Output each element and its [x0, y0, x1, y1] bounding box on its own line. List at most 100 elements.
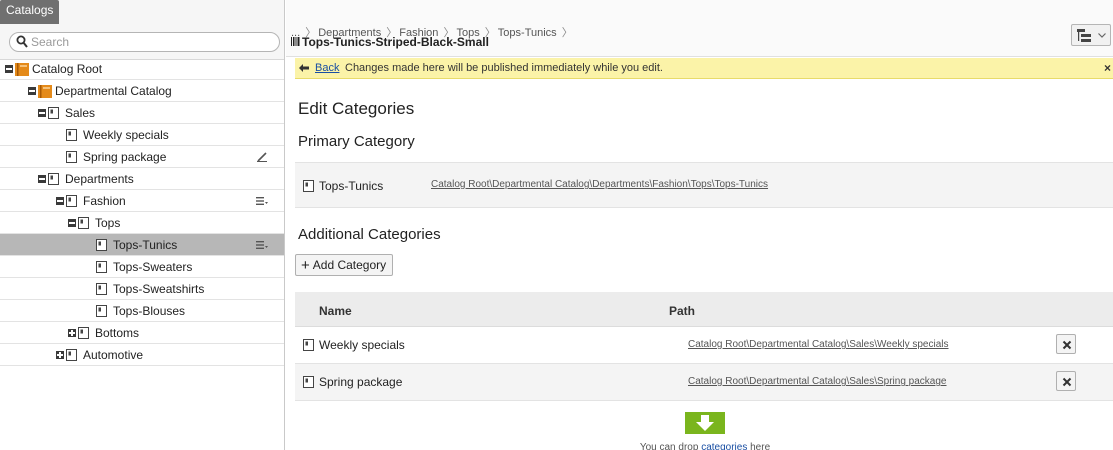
add-category-label: Add Category	[312, 258, 387, 272]
pencil-icon[interactable]	[256, 152, 268, 162]
category-name: Weekly specials	[319, 338, 405, 352]
category-icon	[66, 129, 77, 141]
tree-item[interactable]: Tops	[0, 212, 284, 234]
catalog-tree: Catalog Root Departmental Catalog Sales Wee…	[0, 58, 284, 366]
back-arrow-icon	[299, 64, 309, 72]
category-icon	[96, 239, 107, 251]
tree-item[interactable]: Bottoms	[0, 322, 284, 344]
remove-category-button[interactable]	[1056, 371, 1076, 391]
breadcrumb-separator: 〉	[558, 27, 573, 39]
tree-item-label: Sales	[65, 106, 96, 120]
item-title-text: Tops-Tunics-Striped-Black-Small	[302, 35, 489, 49]
tree-item-label: Departments	[65, 172, 134, 186]
tree-item[interactable]: Departments	[0, 168, 284, 190]
close-icon[interactable]: ×	[1104, 58, 1111, 79]
tree-item-label: Weekly specials	[83, 128, 169, 142]
category-icon	[48, 173, 59, 185]
breadcrumb-item[interactable]: Tops-Tunics	[498, 27, 557, 39]
collapse-icon[interactable]	[38, 109, 46, 117]
category-path-link[interactable]: Catalog Root\Departmental Catalog\Sales\…	[688, 339, 949, 350]
tree-item[interactable]: Weekly specials	[0, 124, 284, 146]
search-icon	[16, 35, 28, 48]
tree-item[interactable]: Automotive	[0, 344, 284, 366]
category-icon	[48, 107, 59, 119]
close-icon	[1062, 340, 1072, 350]
item-title: Tops-Tunics-Striped-Black-Small	[291, 35, 489, 49]
tree-item[interactable]: Spring package	[0, 146, 284, 168]
collapse-icon[interactable]	[56, 197, 64, 205]
chevron-down-icon	[1098, 33, 1106, 38]
drop-hint-suffix: here	[747, 442, 771, 450]
expand-icon[interactable]	[56, 351, 64, 359]
tree-item-label: Fashion	[83, 194, 126, 208]
drop-zone-arrow-icon[interactable]	[685, 412, 725, 434]
publish-notice-banner: Back Changes made here will be published…	[295, 58, 1113, 79]
table-row: Weekly specials Catalog Root\Departmenta…	[295, 327, 1113, 364]
collapse-icon[interactable]	[28, 87, 36, 95]
menu-icon[interactable]	[256, 240, 268, 250]
tree-item-label: Catalog Root	[32, 62, 103, 76]
tree-item-label: Departmental Catalog	[55, 84, 172, 98]
expand-icon[interactable]	[68, 329, 76, 337]
category-name: Spring package	[319, 375, 403, 389]
tree-item[interactable]: Sales	[0, 102, 284, 124]
tree-item-label: Tops-Blouses	[113, 304, 186, 318]
remove-category-button[interactable]	[1056, 334, 1076, 354]
tree-item[interactable]: Tops-Tunics	[0, 234, 284, 256]
catalog-icon	[38, 85, 52, 98]
tree-item[interactable]: Fashion	[0, 190, 284, 212]
view-mode-dropdown[interactable]	[1071, 24, 1111, 46]
primary-category-row: Tops-Tunics Catalog Root\Departmental Ca…	[295, 162, 1113, 208]
tree-item[interactable]: Tops-Sweaters	[0, 256, 284, 278]
categories-link[interactable]: categories	[701, 442, 747, 450]
category-icon	[96, 305, 107, 317]
additional-categories-table: Name Path Weekly specials Catalog Root\D…	[295, 292, 1113, 401]
tree-item[interactable]: Tops-Blouses	[0, 300, 284, 322]
collapse-icon[interactable]	[68, 219, 76, 227]
catalog-tree-panel: Catalogs Catalog Root Departmental Catalo…	[0, 0, 285, 450]
tree-item-label: Tops	[95, 216, 121, 230]
add-category-button[interactable]: + Add Category	[295, 254, 394, 276]
column-header-name: Name	[319, 304, 352, 318]
header-bar: ... 〉 Departments 〉 Fashion 〉 Tops 〉 Tops-Tu…	[286, 0, 1113, 57]
tree-item-label: Tops-Tunics	[113, 238, 178, 252]
primary-category-name: Tops-Tunics	[319, 179, 384, 193]
notice-message: Changes made here will be published imme…	[345, 62, 663, 74]
barcode-icon	[291, 37, 300, 46]
category-icon	[78, 327, 89, 339]
table-row: Spring package Catalog Root\Departmental…	[295, 364, 1113, 401]
close-icon	[1062, 377, 1072, 387]
primary-category-path-link[interactable]: Catalog Root\Departmental Catalog\Depart…	[431, 179, 768, 190]
tree-item[interactable]: Departmental Catalog	[0, 80, 284, 102]
collapse-icon[interactable]	[5, 65, 13, 73]
category-icon	[66, 195, 77, 207]
tree-item[interactable]: Tops-Sweatshirts	[0, 278, 284, 300]
tree-item-label: Tops-Sweaters	[113, 260, 193, 274]
category-icon	[96, 261, 107, 273]
category-path-link[interactable]: Catalog Root\Departmental Catalog\Sales\…	[688, 376, 947, 387]
category-icon	[96, 283, 107, 295]
page-title: Edit Categories	[298, 99, 415, 118]
drop-zone-hint: You can drop categories here	[286, 442, 1113, 450]
category-icon	[66, 151, 77, 163]
search-input[interactable]	[31, 34, 271, 50]
category-icon	[303, 376, 314, 388]
table-header: Name Path	[295, 292, 1113, 327]
collapse-icon[interactable]	[38, 175, 46, 183]
tree-item-label: Spring package	[83, 150, 167, 164]
primary-category-heading: Primary Category	[298, 133, 415, 150]
tree-view-icon	[1077, 29, 1091, 42]
category-editor: ... 〉 Departments 〉 Fashion 〉 Tops 〉 Tops-Tu…	[286, 0, 1113, 450]
menu-icon[interactable]	[256, 196, 268, 206]
tree-item-label: Bottoms	[95, 326, 140, 340]
catalog-icon	[15, 63, 29, 76]
category-icon	[303, 180, 314, 192]
back-link[interactable]: Back	[315, 58, 339, 79]
catalogs-tab[interactable]: Catalogs	[0, 0, 60, 24]
tree-item[interactable]: Catalog Root	[0, 58, 284, 80]
category-icon	[303, 339, 314, 351]
drop-hint-prefix: You can drop	[639, 442, 702, 450]
tree-item-label: Tops-Sweatshirts	[113, 282, 205, 296]
category-icon	[66, 349, 77, 361]
search-field[interactable]	[9, 32, 280, 52]
